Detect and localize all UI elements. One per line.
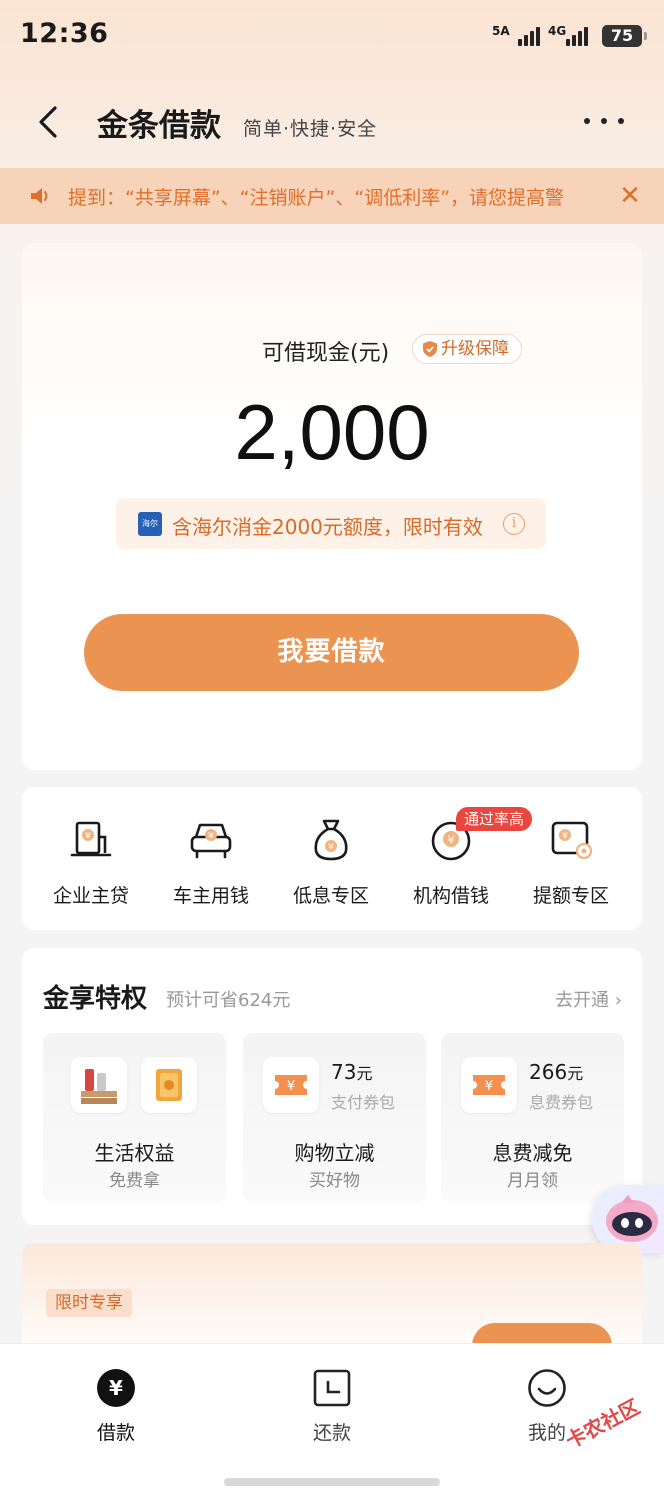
- tile-subtitle: 免费拿: [109, 1171, 160, 1191]
- quick-item-label: 提额专区: [532, 885, 609, 907]
- quick-item-car-owner[interactable]: ¥ 车主用钱: [151, 817, 271, 908]
- tile-life-benefits[interactable]: 生活权益 免费拿: [43, 1033, 226, 1203]
- upgrade-protection-button[interactable]: 升级保障: [412, 334, 522, 364]
- speaker-icon: [31, 188, 48, 204]
- haier-logo-icon: 海尔: [138, 512, 162, 536]
- signal-icon: [566, 24, 588, 46]
- svg-text:¥: ¥: [208, 832, 214, 842]
- raise-limit-icon: ¥: [551, 821, 593, 860]
- tile-subtitle: 买好物: [309, 1171, 360, 1191]
- yuan-icon: ¥: [97, 1369, 135, 1407]
- svg-text:¥: ¥: [562, 832, 568, 842]
- coupon-type: 支付券包: [331, 1093, 396, 1112]
- svg-text:¥: ¥: [287, 1079, 295, 1094]
- smile-icon: [528, 1369, 566, 1407]
- quick-entry-card: ¥ 企业主贷 ¥ 车主用钱 ¥ 低息专区 ¥ 机构借钱 通过率高 ¥ 提额专区: [22, 787, 642, 930]
- info-icon[interactable]: i: [503, 513, 525, 535]
- privilege-title: 金享特权: [43, 984, 148, 1014]
- repay-icon: [313, 1369, 351, 1407]
- available-amount: 2,000: [234, 388, 430, 476]
- svg-text:¥: ¥: [485, 1079, 493, 1094]
- car-icon: ¥: [190, 823, 232, 859]
- coupon-amount: 266: [529, 1060, 568, 1084]
- quick-item-low-interest[interactable]: ¥ 低息专区: [271, 817, 391, 908]
- page-title: 金条借款: [97, 108, 221, 144]
- coupon-icon: ¥: [461, 1057, 517, 1113]
- tab-repay[interactable]: 还款: [272, 1368, 392, 1445]
- upgrade-label: 升级保障: [441, 339, 509, 359]
- activate-link-label: 去开通: [555, 990, 610, 1011]
- coupon-type: 息费券包: [529, 1093, 594, 1112]
- cleaning-products-icon: [71, 1057, 127, 1113]
- shield-icon: [423, 341, 437, 357]
- quick-item-label: 低息专区: [292, 885, 369, 907]
- tab-borrow[interactable]: ¥ 借款: [56, 1368, 176, 1445]
- limited-offer-tag: 限时专享: [46, 1289, 132, 1317]
- more-icon[interactable]: [584, 118, 624, 128]
- sim2-label: 4G: [548, 24, 567, 38]
- notice-text: 提到：“共享屏幕”、“注销账户”、“调低利率”，请您提高警: [68, 187, 565, 209]
- tab-label: 借款: [96, 1422, 135, 1444]
- quick-item-raise-limit[interactable]: ¥ 提额专区: [511, 817, 631, 908]
- loan-amount-card: 可借现金(元) 升级保障 2,000 海尔 含海尔消金2000元额度，限时有效 …: [22, 243, 642, 770]
- amount-label: 可借现金(元): [262, 341, 390, 366]
- activate-link[interactable]: 去开通 ›: [555, 986, 622, 1012]
- home-indicator[interactable]: [224, 1478, 440, 1486]
- tile-shopping-discount[interactable]: ¥ 73元 支付券包 购物立减 买好物: [243, 1033, 426, 1203]
- coupon-icon: ¥: [263, 1057, 319, 1113]
- quick-item-enterprise-loan[interactable]: ¥ 企业主贷: [31, 817, 151, 908]
- coupon-amount: 73: [331, 1060, 357, 1084]
- quick-item-label: 机构借钱: [412, 885, 489, 907]
- quick-item-label: 企业主贷: [52, 885, 129, 907]
- close-icon[interactable]: ✕: [618, 182, 642, 210]
- nav-bar: 金条借款 简单·快捷·安全: [0, 90, 664, 154]
- coupon-value: 266元: [529, 1060, 583, 1084]
- svg-text:¥: ¥: [109, 1376, 123, 1400]
- battery-icon: 75: [602, 25, 647, 47]
- gift-box-icon: [141, 1057, 197, 1113]
- tile-title: 生活权益: [94, 1141, 175, 1165]
- back-arrow-icon[interactable]: [32, 104, 68, 140]
- coupon-unit: 元: [356, 1064, 373, 1083]
- notice-bar: 提到：“共享屏幕”、“注销账户”、“调低利率”，请您提高警 ✕: [0, 168, 664, 224]
- borrow-button[interactable]: 我要借款: [84, 614, 579, 691]
- money-bag-icon: ¥: [314, 819, 348, 861]
- status-bar: 12:36 5A 4G 75: [0, 0, 664, 80]
- privilege-card: 金享特权 预计可省624元 去开通 › 生活权益 免费拿 ¥ 73元 支付券包 …: [22, 948, 642, 1225]
- chevron-right-icon: ›: [614, 990, 622, 1011]
- promo-banner[interactable]: 海尔 含海尔消金2000元额度，限时有效 i: [116, 498, 546, 549]
- svg-text:¥: ¥: [328, 843, 334, 853]
- coupon-unit: 元: [567, 1064, 584, 1083]
- signal-icon: [518, 24, 540, 46]
- tile-title: 息费减免: [492, 1141, 573, 1165]
- sim1-label: 5A: [492, 24, 510, 38]
- tab-label: 还款: [312, 1422, 351, 1444]
- svg-text:¥: ¥: [85, 832, 91, 842]
- enterprise-loan-icon: ¥: [70, 821, 112, 857]
- svg-text:¥: ¥: [448, 834, 455, 847]
- promo-text: 含海尔消金2000元额度，限时有效: [172, 515, 483, 539]
- coupon-value: 73元: [331, 1060, 372, 1084]
- bottom-tab-bar: ¥ 借款 还款 我的: [0, 1343, 664, 1500]
- tile-title: 购物立减: [294, 1141, 375, 1165]
- tile-fee-reduction[interactable]: ¥ 266元 息费券包 息费减免 月月领: [441, 1033, 624, 1203]
- quick-item-label: 车主用钱: [172, 885, 249, 907]
- page-subtitle: 简单·快捷·安全: [243, 118, 378, 140]
- status-time: 12:36: [20, 18, 109, 49]
- privilege-subtitle: 预计可省624元: [166, 990, 291, 1011]
